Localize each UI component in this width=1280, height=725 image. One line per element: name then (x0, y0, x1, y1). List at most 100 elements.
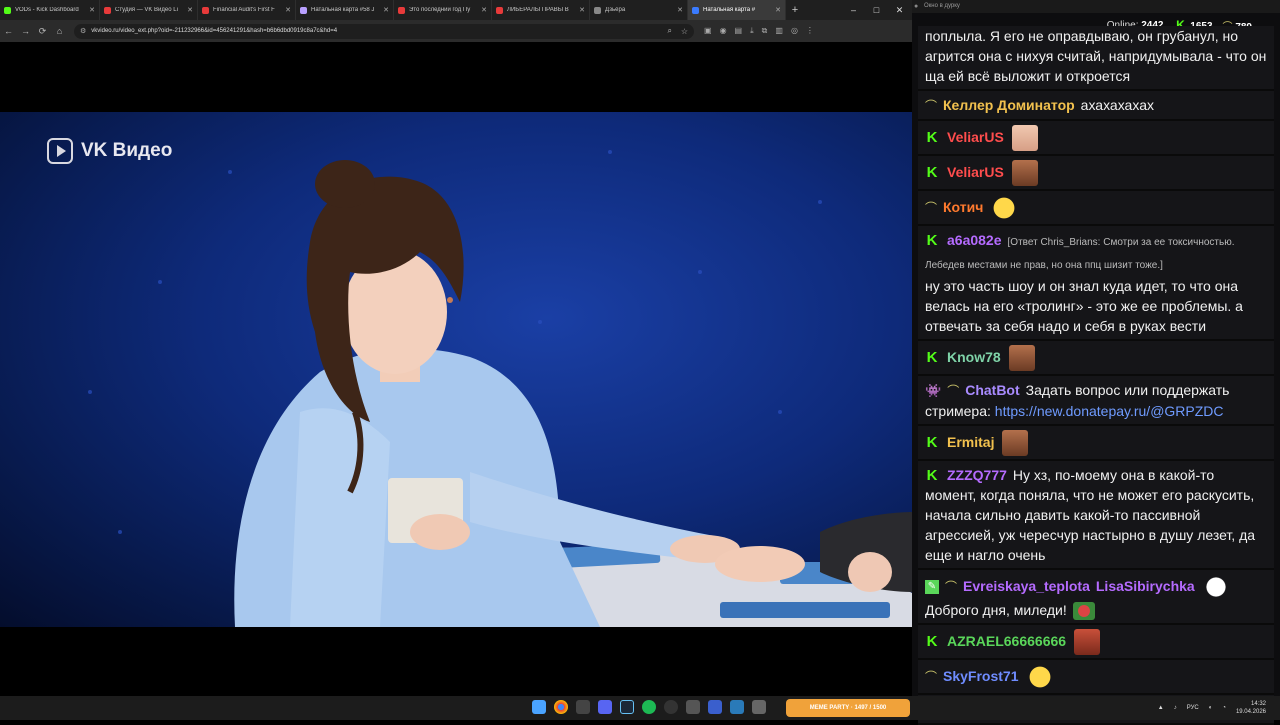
chat-link[interactable]: https://new.donatepay.ru/@GRPZDC (995, 403, 1224, 419)
chat-username[interactable]: LisaSibirychka (1096, 578, 1195, 594)
meme-party-widget[interactable]: MEME PARTY · 1497 / 1500 (786, 699, 910, 717)
chat-username[interactable]: a6a082e (947, 232, 1002, 248)
tab-close-icon[interactable]: ✕ (285, 6, 291, 14)
volume-icon[interactable]: ◔ (1222, 705, 1226, 711)
tab-favicon-icon (398, 6, 405, 14)
browser-tab[interactable]: Натальная карта # ✕ (688, 0, 786, 20)
tab-close-icon[interactable]: ✕ (677, 6, 683, 14)
chat-message: ⌒ Котич (918, 191, 1274, 226)
chat-username[interactable]: ChatBot (965, 382, 1019, 398)
tray-chevron-icon[interactable]: ▲ (1158, 705, 1164, 711)
discord-icon[interactable] (598, 700, 612, 714)
tab-favicon-icon (594, 6, 601, 14)
zoom-icon[interactable]: ⌕ (668, 26, 672, 36)
tab-favicon-icon (692, 6, 699, 14)
browser-tab[interactable]: Financial Audit's First F ✕ (198, 0, 296, 20)
browser-tab[interactable]: Это последний год Пу ✕ (394, 0, 492, 20)
emote-icon (1002, 430, 1029, 456)
new-tab-button[interactable]: + (786, 4, 804, 16)
browser-tab[interactable]: VODs - Kick Dashboard ✕ (0, 0, 100, 20)
tab-label: Financial Audit's First F (213, 7, 275, 13)
video-scene (88, 150, 912, 627)
tab-label: Это последний год Пу (409, 7, 471, 13)
chat-username[interactable]: Котич (943, 199, 983, 215)
clock[interactable]: 14:32 19.04.2026 (1236, 700, 1266, 716)
tab-close-icon[interactable]: ✕ (579, 6, 585, 14)
chat-username[interactable]: VeliarUS (947, 129, 1004, 145)
minimize-button[interactable]: – (842, 0, 865, 20)
spotify-icon[interactable] (642, 700, 656, 714)
language-indicator[interactable]: РУС (1187, 705, 1199, 711)
chat-message-text: поплыла. Я его не оправдываю, он грубану… (925, 28, 1267, 84)
kick-badge-icon: K (926, 467, 938, 484)
app-icon[interactable] (576, 700, 590, 714)
flower-emote-icon (1072, 602, 1095, 621)
chat-message: ⌒ Келлер Доминатор ахахахахах (918, 91, 1274, 121)
forward-icon[interactable]: → (17, 26, 34, 36)
chat-username[interactable]: VeliarUS (947, 164, 1004, 180)
chat-message: ✎ ⌒ Evreiskaya_teplota LisaSibirychka Доброг… (918, 570, 1274, 626)
tab-close-icon[interactable]: ✕ (383, 6, 389, 14)
tab-label: VODs - Kick Dashboard (15, 7, 79, 13)
reload-icon[interactable]: ⟳ (34, 26, 51, 37)
mic-icon[interactable]: ♪ (1174, 705, 1177, 711)
obs-icon[interactable] (664, 700, 678, 714)
app-icon[interactable] (730, 700, 744, 714)
tab-favicon-icon (4, 6, 11, 14)
home-icon[interactable]: ⌂ (51, 26, 68, 36)
maximize-button[interactable]: □ (865, 0, 888, 20)
chat-message: K Know78 (918, 341, 1274, 376)
extensions-puzzle-icon[interactable]: ⧉ (762, 26, 768, 36)
extension-icon[interactable]: ◉ (720, 26, 727, 36)
emote-icon (991, 195, 1018, 221)
chat-username[interactable]: AZRAEL66666666 (947, 633, 1066, 649)
browser-tab[interactable]: Дзьёра ✕ (590, 0, 688, 20)
url-field[interactable]: ⚙ vkvideo.ru/video_ext.php?oid=-21123296… (74, 23, 694, 39)
coin-badge-icon: ⌒ (925, 200, 938, 215)
video-player[interactable]: VK Видео (0, 42, 912, 696)
tab-close-icon[interactable]: ✕ (775, 6, 781, 14)
tab-close-icon[interactable]: ✕ (89, 6, 95, 14)
player-icon[interactable] (708, 700, 722, 714)
extension-icon[interactable]: ▤ (735, 26, 743, 36)
chat-username[interactable]: Келлер Доминатор (943, 97, 1075, 113)
start-icon[interactable] (532, 700, 546, 714)
vk-video-logo: VK Видео (47, 138, 172, 164)
chat-message: K VeliarUS (918, 156, 1274, 191)
back-icon[interactable]: ← (0, 26, 17, 36)
profile-icon[interactable]: ◎ (791, 26, 798, 36)
chat-username[interactable]: Ermitaj (947, 434, 994, 450)
network-icon[interactable]: ◐ (1209, 705, 1213, 711)
chat-username[interactable]: SkyFrost71 (943, 668, 1018, 684)
coin-badge-icon: ⌒ (925, 99, 938, 113)
kick-badge-icon: K (926, 163, 938, 181)
tab-label: Натальная карта #58 J (311, 7, 375, 13)
chat-messages: поплыла. Я его не оправдываю, он грубану… (912, 26, 1280, 725)
tab-close-icon[interactable]: ✕ (187, 6, 193, 14)
browser-tab[interactable]: ЛИБЕРАЛЫ ПРАВЫ В ✕ (492, 0, 590, 20)
chat-message-text: ахахахахах (1080, 97, 1154, 113)
kick-badge-icon: K (926, 348, 938, 366)
video-frame[interactable]: VK Видео (0, 112, 912, 627)
close-window-button[interactable]: ✕ (888, 0, 911, 20)
tab-label: Натальная карта # (703, 7, 756, 13)
tab-close-icon[interactable]: ✕ (481, 6, 487, 14)
tab-label: Дзьёра (605, 7, 626, 13)
menu-icon[interactable]: ⋮ (806, 26, 814, 36)
chat-username[interactable]: Evreiskaya_teplota (963, 578, 1090, 594)
chrome-icon[interactable] (554, 700, 568, 714)
app-icon[interactable] (752, 700, 766, 714)
sidebar-icon[interactable]: ▥ (775, 26, 783, 36)
app-icon[interactable] (686, 700, 700, 714)
logo-text: VK Видео (81, 140, 173, 161)
extension-icon[interactable]: ▣ (704, 26, 712, 36)
site-info-icon[interactable]: ⚙ (80, 27, 86, 35)
steam-icon[interactable] (620, 700, 634, 714)
download-icon[interactable]: ⤓ (750, 26, 754, 36)
chat-username[interactable]: ZZZQ777 (947, 467, 1007, 483)
bookmark-star-icon[interactable]: ☆ (681, 27, 688, 36)
browser-tab[interactable]: Натальная карта #58 J ✕ (296, 0, 394, 20)
chat-username[interactable]: Know78 (947, 349, 1001, 365)
browser-tab[interactable]: Студия — VK Видео Li ✕ (100, 0, 198, 20)
chat-message: поплыла. Я его не оправдываю, он грубану… (918, 26, 1274, 91)
